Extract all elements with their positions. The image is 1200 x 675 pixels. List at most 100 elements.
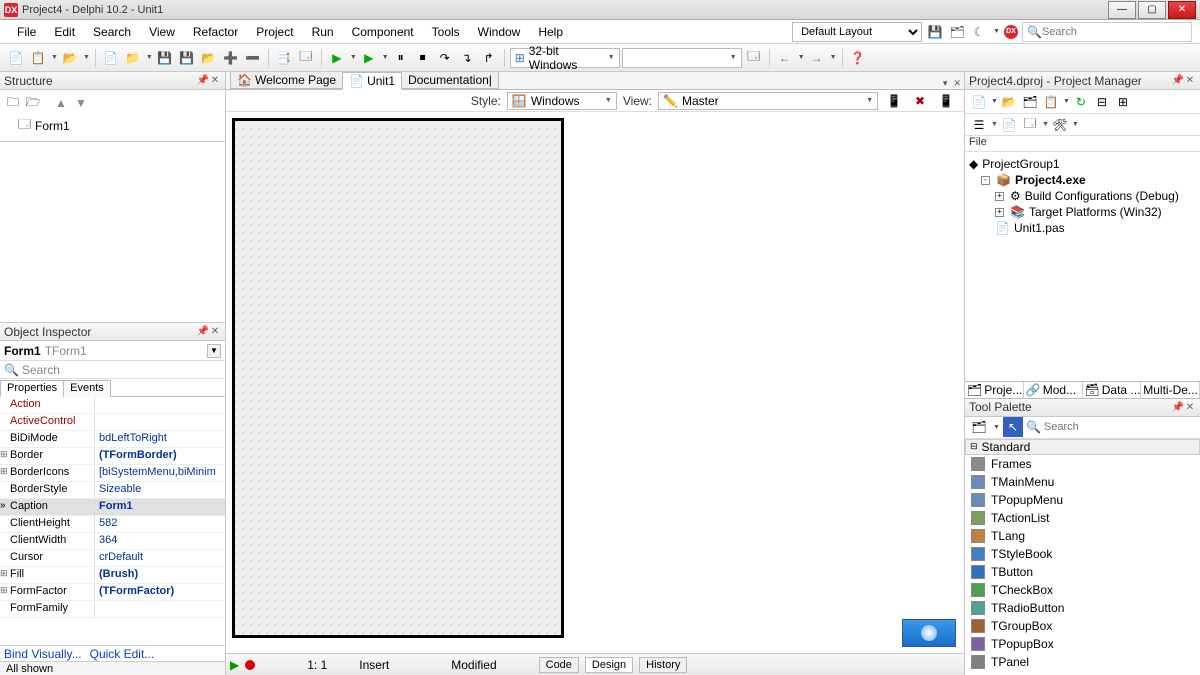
property-row[interactable]: ClientWidth364 xyxy=(0,533,225,550)
pin-icon[interactable]: 📌 xyxy=(197,326,209,338)
pm-tree-node[interactable]: ◆ProjectGroup1 xyxy=(969,156,1196,172)
tp-category[interactable]: ⊟ Standard xyxy=(965,439,1200,455)
menu-window[interactable]: Window xyxy=(469,22,530,42)
property-row[interactable]: BorderStyleSizeable xyxy=(0,482,225,499)
device-icon[interactable]: 📱 xyxy=(936,91,956,111)
chevron-down-icon[interactable]: ▼ xyxy=(51,54,58,61)
device-manager-icon[interactable]: 🗔 xyxy=(744,48,764,68)
help-icon[interactable]: ❓ xyxy=(848,48,868,68)
pm-tb2-form-icon[interactable]: 🗔 xyxy=(1020,115,1040,135)
palette-item[interactable]: TPopupMenu xyxy=(965,491,1200,509)
pm-tree-node[interactable]: 📄Unit1.pas xyxy=(969,220,1196,236)
open-file-icon[interactable]: 📁 xyxy=(123,48,143,68)
paste-icon[interactable]: 📋 xyxy=(28,48,48,68)
property-value[interactable]: 582 xyxy=(95,516,225,532)
palette-item[interactable]: TActionList xyxy=(965,509,1200,527)
structure-root-node[interactable]: 🗔 Form1 xyxy=(4,114,221,137)
macro-play-icon[interactable]: ▶ xyxy=(230,658,239,672)
tp-category-icon[interactable]: 🗂 xyxy=(969,417,989,437)
back-icon[interactable]: ← xyxy=(775,48,795,68)
property-row[interactable]: FormFamily xyxy=(0,601,225,618)
menu-component[interactable]: Component xyxy=(343,22,423,42)
chevron-down-icon[interactable]: ▼ xyxy=(207,344,221,358)
close-icon[interactable]: ✕ xyxy=(1184,75,1196,87)
tab-multidev[interactable]: Multi-De... xyxy=(1141,382,1200,398)
tp-pointer-icon[interactable]: ↖ xyxy=(1003,417,1023,437)
tab-close-icon[interactable]: ✕ xyxy=(950,78,964,89)
forward-icon[interactable]: → xyxy=(807,48,827,68)
moon-icon[interactable]: ☾ xyxy=(970,23,988,41)
device-dropdown[interactable]: ▼ xyxy=(622,48,742,68)
oi-search[interactable]: 🔍 Search xyxy=(0,361,225,379)
palette-item[interactable]: TMainMenu xyxy=(965,473,1200,491)
property-value[interactable]: Form1 xyxy=(95,499,225,515)
pm-tb2-file-icon[interactable]: 📄 xyxy=(999,115,1019,135)
save-all-icon[interactable]: 💾 xyxy=(177,48,197,68)
ide-search[interactable]: 🔍 xyxy=(1022,22,1192,42)
stop-icon[interactable]: ⏹ xyxy=(413,48,433,68)
property-value[interactable]: (Brush) xyxy=(95,567,225,583)
property-row[interactable]: BiDiModebdLeftToRight xyxy=(0,431,225,448)
save-icon[interactable]: 💾 xyxy=(155,48,175,68)
chevron-down-icon[interactable]: ▼ xyxy=(83,54,90,61)
layout-dropdown[interactable]: Default Layout xyxy=(792,22,922,42)
tab-events[interactable]: Events xyxy=(63,380,111,397)
tp-list[interactable]: FramesTMainMenuTPopupMenuTActionListTLan… xyxy=(965,455,1200,675)
struct-up-icon[interactable]: ▲ xyxy=(52,94,70,112)
pause-icon[interactable]: ⏸ xyxy=(391,48,411,68)
struct-down-icon[interactable]: ▼ xyxy=(72,94,90,112)
struct-collapse-icon[interactable]: 🗁 xyxy=(24,94,42,112)
tab-unit1[interactable]: 📄Unit1 xyxy=(342,72,402,90)
palette-item[interactable]: TPopupBox xyxy=(965,635,1200,653)
property-row[interactable]: CaptionForm1 xyxy=(0,499,225,516)
tab-project[interactable]: 🗂Proje... xyxy=(965,382,1024,398)
menu-file[interactable]: File xyxy=(8,22,45,42)
property-value[interactable] xyxy=(95,414,225,430)
open-project-icon[interactable]: 📂 xyxy=(199,48,219,68)
tab-design[interactable]: Design xyxy=(585,657,633,673)
view-unit-icon[interactable]: 📑 xyxy=(274,48,294,68)
menu-view[interactable]: View xyxy=(140,22,184,42)
tab-documentation[interactable]: Documentation| xyxy=(401,72,499,89)
close-icon[interactable]: ✕ xyxy=(209,326,221,338)
chevron-down-icon[interactable]: ▼ xyxy=(382,54,389,61)
menu-tools[interactable]: Tools xyxy=(423,22,469,42)
tab-data[interactable]: 🗃Data ... xyxy=(1083,382,1142,398)
pm-tb2-list-icon[interactable]: ☰ xyxy=(969,115,989,135)
oi-object-selector[interactable]: Form1 TForm1 ▼ xyxy=(0,341,225,361)
palette-item[interactable]: TGroupBox xyxy=(965,617,1200,635)
pm-remove-icon[interactable]: 📂 xyxy=(999,92,1019,112)
palette-item[interactable]: TPanel xyxy=(965,653,1200,671)
property-row[interactable]: ActiveControl xyxy=(0,414,225,431)
tab-menu-icon[interactable]: ▾ xyxy=(940,78,951,89)
pm-sort-icon[interactable]: 📋 xyxy=(1041,92,1061,112)
style-dropdown[interactable]: 🪟 Windows ▼ xyxy=(507,92,617,110)
pm-sync-icon[interactable]: ↻ xyxy=(1071,92,1091,112)
quick-edit-link[interactable]: Quick Edit... xyxy=(90,647,155,661)
chevron-down-icon[interactable]: ▼ xyxy=(830,54,837,61)
property-row[interactable]: FormFactor(TFormFactor) xyxy=(0,584,225,601)
pm-tree-node[interactable]: -📦Project4.exe xyxy=(969,172,1196,188)
pm-expand-icon[interactable]: ⊟ xyxy=(1092,92,1112,112)
layout-save-icon[interactable]: 💾 xyxy=(926,23,944,41)
pm-view-icon[interactable]: 🗂 xyxy=(1020,92,1040,112)
palette-item[interactable]: TButton xyxy=(965,563,1200,581)
minimize-button[interactable]: — xyxy=(1108,1,1136,19)
tab-history[interactable]: History xyxy=(639,657,687,673)
pm-collapse-icon[interactable]: ⊞ xyxy=(1113,92,1133,112)
chevron-down-icon[interactable]: ▼ xyxy=(350,54,357,61)
struct-expand-icon[interactable]: 🗀 xyxy=(4,94,22,112)
close-icon[interactable]: ✕ xyxy=(209,75,221,87)
bind-visually-link[interactable]: Bind Visually... xyxy=(4,647,82,661)
step-over-icon[interactable]: ↷ xyxy=(435,48,455,68)
chevron-down-icon[interactable]: ▼ xyxy=(993,28,1000,35)
tab-properties[interactable]: Properties xyxy=(0,380,64,397)
property-row[interactable]: Border(TFormBorder) xyxy=(0,448,225,465)
close-icon[interactable]: ✕ xyxy=(1184,401,1196,413)
property-value[interactable] xyxy=(95,397,225,413)
form-designer[interactable] xyxy=(226,112,964,653)
menu-project[interactable]: Project xyxy=(247,22,302,42)
ide-search-input[interactable] xyxy=(1042,26,1187,38)
menu-edit[interactable]: Edit xyxy=(45,22,84,42)
palette-item[interactable]: Frames xyxy=(965,455,1200,473)
